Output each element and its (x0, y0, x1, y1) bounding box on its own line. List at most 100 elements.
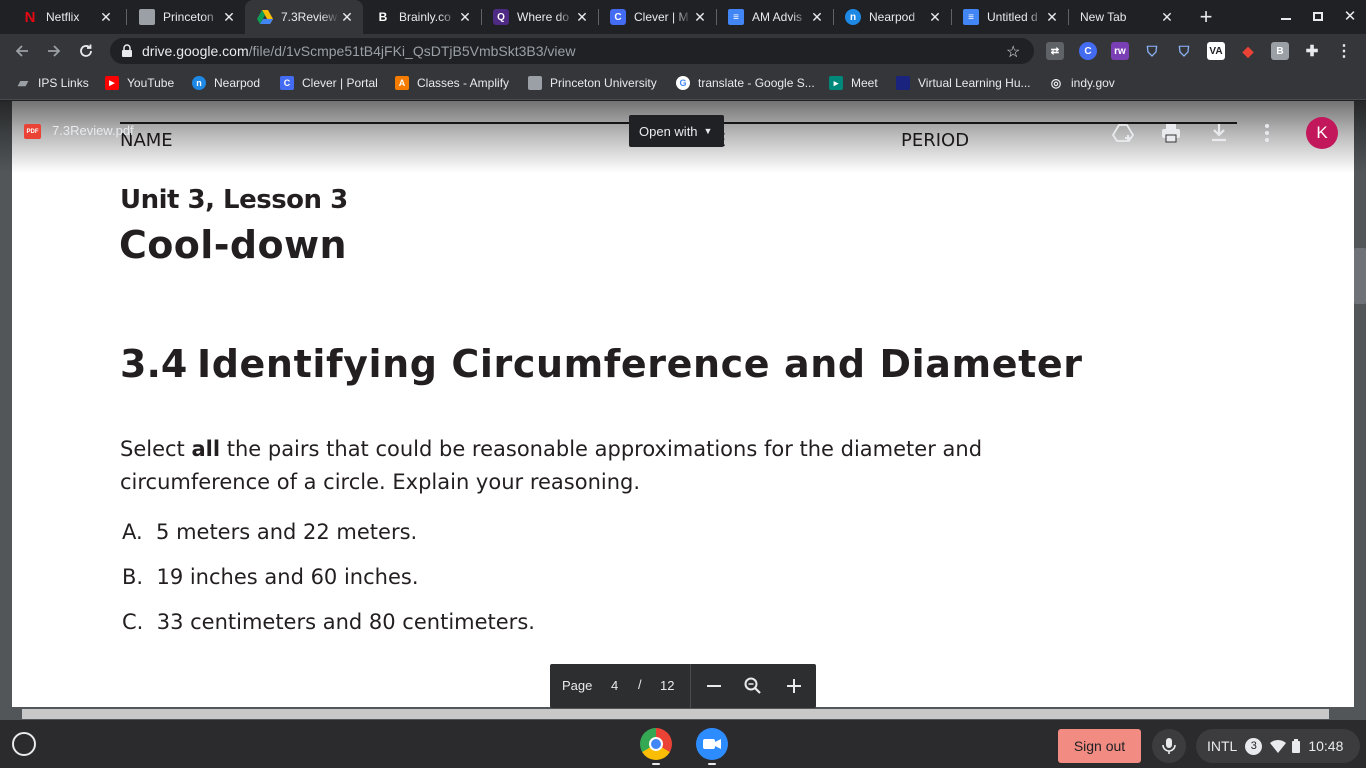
chrome-app-icon[interactable] (640, 728, 672, 760)
bookmark-label: IPS Links (38, 76, 89, 90)
bookmark-princeton-university[interactable]: Princeton University (528, 76, 657, 90)
google-docs-icon: ≡ (728, 9, 744, 25)
bookmark-indy-gov[interactable]: ◎ indy.gov (1049, 76, 1115, 90)
zoom-out-minus-icon[interactable] (704, 676, 724, 696)
address-bar[interactable]: drive.google.com/file/d/1vScmpe51tB4jFKi… (110, 38, 1034, 64)
add-to-drive-icon[interactable] (1111, 121, 1135, 145)
chrome-running-indicator (652, 763, 660, 765)
reload-icon[interactable] (74, 39, 98, 63)
page-separator: / (638, 677, 642, 692)
close-tab-icon[interactable]: ✕ (692, 9, 708, 25)
bookmark-label: Meet (851, 76, 878, 90)
close-tab-icon[interactable]: ✕ (574, 9, 590, 25)
bookmark-meet[interactable]: ▸ Meet (829, 76, 878, 90)
tab-princeton[interactable]: Princeton ✕ (127, 0, 245, 34)
close-tab-icon[interactable]: ✕ (339, 9, 355, 25)
tab-clever[interactable]: C Clever | M ✕ (598, 0, 716, 34)
account-avatar[interactable]: K (1306, 117, 1338, 149)
bookmark-label: translate - Google S... (698, 76, 815, 90)
puzzle-extensions-icon[interactable]: ✚ (1303, 42, 1321, 60)
tab-title: Nearpod (869, 10, 916, 24)
google-docs-icon: ≡ (963, 9, 979, 25)
option-text: 5 meters and 22 meters. (156, 520, 418, 544)
open-with-button[interactable]: Open with ▼ (629, 115, 724, 147)
close-tab-icon[interactable]: ✕ (1044, 9, 1060, 25)
tab-title: 7.3Review (281, 10, 338, 24)
zoom-magnifier-icon[interactable] (743, 676, 763, 696)
horizontal-scrollbar[interactable] (22, 709, 1329, 719)
close-tab-icon[interactable]: ✕ (98, 9, 114, 25)
bookmark-label: YouTube (127, 76, 175, 90)
close-tab-icon[interactable]: ✕ (927, 9, 943, 25)
clever-icon: C (280, 76, 294, 90)
extension-cast-icon[interactable]: ⇄ (1046, 42, 1064, 60)
tab-nearpod[interactable]: n Nearpod ✕ (833, 0, 951, 34)
battery-icon (1292, 739, 1301, 753)
via-extension-icon[interactable]: VA (1207, 42, 1225, 60)
forward-arrow-icon[interactable] (42, 39, 66, 63)
bookmark-ips-links[interactable]: ▰ IPS Links (16, 75, 89, 90)
new-tab-plus-icon[interactable]: + (1194, 4, 1218, 29)
back-arrow-icon[interactable] (10, 39, 34, 63)
shield-extension-icon[interactable]: ⛉ (1143, 42, 1161, 60)
more-options-icon[interactable] (1255, 121, 1279, 145)
bookmark-youtube[interactable]: ▶ YouTube (105, 76, 174, 90)
prompt-text: circumference of a circle. Explain your … (120, 470, 641, 494)
tab-title: Princeton (163, 10, 214, 24)
tab-untitled[interactable]: ≡ Untitled d ✕ (951, 0, 1068, 34)
bookmark-classes-amplify[interactable]: A Classes - Amplify (395, 76, 509, 90)
download-icon[interactable] (1207, 121, 1231, 145)
minimize-window-icon[interactable] (1276, 6, 1296, 26)
tab-where-do[interactable]: Q Where do ✕ (481, 0, 598, 34)
option-text: 33 centimeters and 80 centimeters. (156, 610, 535, 634)
status-tray[interactable]: INTL 3 10:48 (1196, 729, 1360, 763)
chrome-menu-icon[interactable]: ⋮ (1335, 42, 1353, 60)
current-page-input[interactable]: 4 (611, 678, 618, 693)
bookmark-star-icon[interactable]: ☆ (1006, 42, 1020, 62)
bookmark-nearpod[interactable]: n Nearpod (192, 76, 260, 90)
pdf-page: NAME DATE PERIOD Unit 3, Lesson 3 Cool-d… (12, 101, 1354, 707)
prompt-text: Select (120, 437, 192, 461)
google-icon: G (676, 76, 690, 90)
vertical-scrollbar-thumb[interactable] (1354, 248, 1366, 304)
sign-out-button[interactable]: Sign out (1058, 729, 1141, 763)
lock-icon (122, 44, 132, 57)
bookmark-virtual-learning-hub[interactable]: Virtual Learning Hu... (896, 76, 1031, 90)
bookmark-label: Classes - Amplify (417, 76, 510, 90)
close-tab-icon[interactable]: ✕ (457, 9, 473, 25)
bookmark-translate[interactable]: Gtranslate - Google S... (676, 76, 815, 90)
zoom-in-plus-icon[interactable] (784, 676, 804, 696)
bookmark-clever-portal[interactable]: C Clever | Portal (280, 76, 378, 90)
tab-new-tab[interactable]: New Tab ✕ (1068, 0, 1183, 34)
problem-title: Identifying Circumference and Diameter (197, 342, 1083, 386)
option-letter: A. (122, 520, 143, 544)
youtube-icon: ▶ (105, 76, 119, 90)
indy-icon: ◎ (1050, 76, 1062, 90)
microphone-icon[interactable] (1152, 729, 1186, 763)
kami-extension-icon[interactable]: rw (1111, 42, 1129, 60)
ruby-extension-icon[interactable]: ◆ (1239, 42, 1257, 60)
close-tab-icon[interactable]: ✕ (221, 9, 237, 25)
section-heading: Cool-down (119, 223, 347, 267)
tab-7-3review[interactable]: 7.3Review ✕ (245, 0, 363, 34)
close-window-icon[interactable]: ✕ (1340, 6, 1360, 26)
close-tab-icon[interactable]: ✕ (809, 9, 825, 25)
period-label: PERIOD (901, 130, 970, 151)
shield-extension-icon[interactable]: ⛉ (1175, 42, 1193, 60)
bookmark-label: Clever | Portal (302, 76, 378, 90)
nearpod-icon: n (192, 76, 206, 90)
tab-netflix[interactable]: N Netflix ✕ (10, 0, 122, 34)
prompt-bold: all (191, 437, 221, 461)
clever-extension-icon[interactable]: C (1079, 42, 1097, 60)
restore-window-icon[interactable] (1308, 6, 1328, 26)
tab-brainly[interactable]: B Brainly.co ✕ (363, 0, 481, 34)
tab-title: New Tab (1080, 10, 1127, 24)
zoom-app-icon[interactable] (696, 728, 728, 760)
close-tab-icon[interactable]: ✕ (1159, 9, 1175, 25)
launcher-icon[interactable] (12, 732, 36, 756)
url-path: /file/d/1vScmpe51tB4jFKi_QsDTjB5VmbSkt3B… (248, 43, 576, 59)
print-icon[interactable] (1159, 121, 1183, 145)
tab-am-advis[interactable]: ≡ AM Advis ✕ (716, 0, 833, 34)
b-extension-icon[interactable]: B (1271, 42, 1289, 60)
clock-time: 10:48 (1308, 738, 1344, 754)
